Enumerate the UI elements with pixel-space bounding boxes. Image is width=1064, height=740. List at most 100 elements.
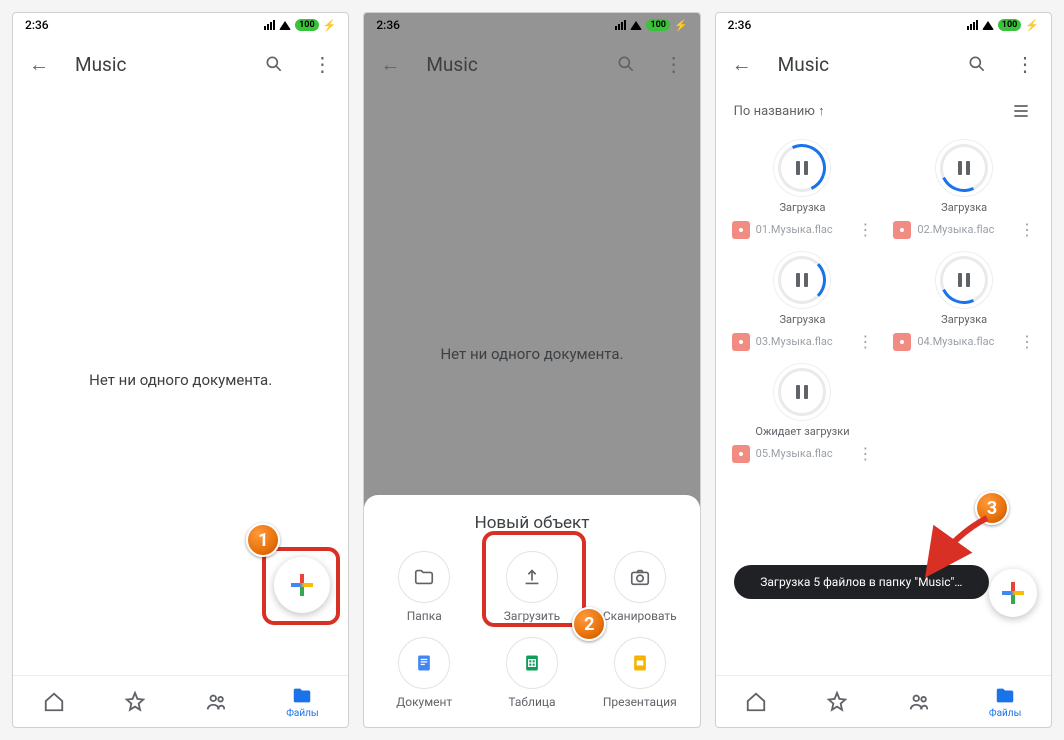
screen-3: 2:36 100 ⚡ ← Music ⋮ По названию ↑ Загру… [715,12,1052,728]
app-bar: ← Music ⋮ [13,37,348,91]
loading-label: Загрузка [941,313,987,326]
clock: 2:36 [728,18,752,32]
signal-icon [967,20,978,30]
signal-icon [615,20,626,30]
file-item[interactable]: Загрузка 04.Музыка.flac ⋮ [885,247,1043,355]
wifi-icon [279,21,291,30]
nav-files[interactable]: Файлы [286,685,318,719]
file-item[interactable]: Загрузка 03.Музыка.flac ⋮ [724,247,882,355]
file-more-icon[interactable]: ⋮ [857,332,873,351]
file-item[interactable]: Загрузка 02.Музыка.flac ⋮ [885,135,1043,243]
nav-home[interactable] [43,691,65,713]
nav-files[interactable]: Файлы [989,685,1021,719]
wifi-icon [630,21,642,30]
file-item[interactable]: Загрузка 01.Музыка.flac ⋮ [724,135,882,243]
sheet-item-upload[interactable]: Загрузить [480,547,584,627]
audio-icon [732,221,750,239]
upload-icon [506,551,558,603]
docs-icon [398,637,450,689]
search-icon[interactable] [614,52,638,76]
fab-new[interactable] [989,569,1037,617]
more-icon[interactable]: ⋮ [310,52,334,76]
audio-icon [732,445,750,463]
bottom-nav: Файлы [716,675,1051,727]
nav-starred[interactable] [124,691,146,713]
battery-icon: 100 [998,19,1022,31]
screen-2: 2:36 100 ⚡ ← Music ⋮ Нет ни одного докум… [363,12,700,728]
search-icon[interactable] [262,52,286,76]
file-name: 04.Музыка.flac [917,335,1013,348]
charging-icon: ⚡ [1025,19,1039,32]
page-title: Music [426,53,589,76]
file-item[interactable]: Ожидает загрузки 05.Музыка.flac ⋮ [724,359,882,467]
file-name: 02.Музыка.flac [917,223,1013,236]
charging-icon: ⚡ [323,19,337,32]
plus-icon [291,574,313,596]
sheet-item-doc[interactable]: Документ [372,633,476,713]
file-more-icon[interactable]: ⋮ [857,220,873,239]
progress-thumb [773,363,831,421]
loading-label: Загрузка [779,201,825,214]
back-icon[interactable]: ← [378,52,402,76]
search-icon[interactable] [965,52,989,76]
bottom-sheet-new: Новый объект Папка Загрузить Сканировать… [364,495,699,727]
nav-shared[interactable] [205,691,227,713]
sheets-icon [506,637,558,689]
camera-icon [614,551,666,603]
view-toggle-icon[interactable] [1009,99,1033,123]
charging-icon: ⚡ [674,19,688,32]
page-title: Music [778,53,941,76]
callout-badge-3: 3 [975,491,1009,525]
progress-thumb [773,139,831,197]
back-icon[interactable]: ← [730,52,754,76]
slides-icon [614,637,666,689]
content-area: Нет ни одного документа. 1 [13,91,348,675]
clock: 2:36 [376,18,400,32]
loading-label: Загрузка [779,313,825,326]
fab-new[interactable] [274,557,330,613]
file-more-icon[interactable]: ⋮ [1019,220,1035,239]
sort-bar: По названию ↑ [716,91,1051,131]
progress-thumb [773,251,831,309]
file-name: 05.Музыка.flac [756,447,852,460]
file-more-icon[interactable]: ⋮ [1019,332,1035,351]
sort-button[interactable]: По названию ↑ [734,103,825,119]
wifi-icon [982,21,994,30]
nav-home[interactable] [745,691,767,713]
battery-icon: 100 [295,19,319,31]
status-bar: 2:36 100 ⚡ [716,13,1051,37]
sheet-item-folder[interactable]: Папка [372,547,476,627]
page-title: Music [75,53,238,76]
waiting-label: Ожидает загрузки [755,425,849,438]
callout-badge-1: 1 [246,523,280,557]
sheet-item-slides[interactable]: Презентация [588,633,692,713]
more-icon[interactable]: ⋮ [1013,52,1037,76]
app-bar: ← Music ⋮ [716,37,1051,91]
signal-icon [264,20,275,30]
clock: 2:36 [25,18,49,32]
audio-icon [732,333,750,351]
loading-label: Загрузка [941,201,987,214]
file-name: 03.Музыка.flac [756,335,852,348]
more-icon[interactable]: ⋮ [662,52,686,76]
bottom-nav: Файлы [13,675,348,727]
file-more-icon[interactable]: ⋮ [857,444,873,463]
status-bar: 2:36 100 ⚡ [13,13,348,37]
empty-state-text: Нет ни одного документа. [364,345,699,363]
audio-icon [893,221,911,239]
sheet-item-scan[interactable]: Сканировать [588,547,692,627]
app-bar: ← Music ⋮ [364,37,699,91]
nav-starred[interactable] [826,691,848,713]
audio-icon [893,333,911,351]
plus-icon [1002,582,1024,604]
progress-thumb [935,251,993,309]
empty-state-text: Нет ни одного документа. [13,371,348,389]
battery-icon: 100 [646,19,670,31]
sheet-title: Новый объект [372,513,691,533]
progress-thumb [935,139,993,197]
back-icon[interactable]: ← [27,52,51,76]
sheet-item-sheet[interactable]: Таблица [480,633,584,713]
screen-1: 2:36 100 ⚡ ← Music ⋮ Нет ни одного докум… [12,12,349,728]
nav-shared[interactable] [908,691,930,713]
file-name: 01.Музыка.flac [756,223,852,236]
